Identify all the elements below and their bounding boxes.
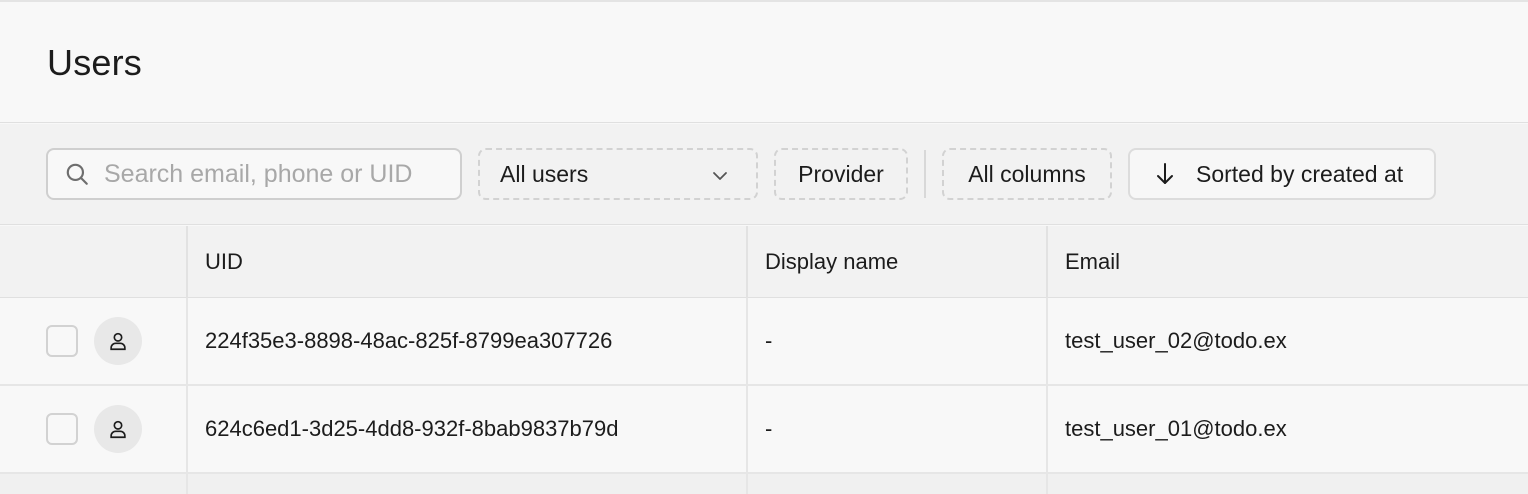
row-select-cell bbox=[0, 474, 186, 494]
columns-button[interactable]: All columns bbox=[942, 148, 1112, 200]
search-icon bbox=[66, 163, 88, 185]
page-header: Users bbox=[0, 2, 1528, 123]
user-filter-dropdown[interactable]: All users bbox=[478, 148, 758, 200]
search-input[interactable] bbox=[104, 159, 444, 189]
table-row-partial bbox=[0, 474, 1528, 494]
avatar bbox=[94, 405, 142, 453]
user-filter-label: All users bbox=[500, 160, 589, 187]
column-header-uid[interactable]: UID bbox=[186, 226, 747, 298]
table-header: UID Display name Email bbox=[0, 226, 1528, 298]
row-checkbox[interactable] bbox=[46, 325, 78, 357]
uid-cell bbox=[186, 474, 747, 494]
columns-label: All columns bbox=[968, 160, 1086, 187]
arrow-down-icon bbox=[1157, 163, 1173, 184]
search-box[interactable] bbox=[46, 148, 462, 200]
sort-button[interactable]: Sorted by created at bbox=[1128, 148, 1436, 200]
page-title: Users bbox=[47, 42, 143, 83]
row-select-cell bbox=[0, 386, 186, 472]
display-name-cell bbox=[746, 474, 1047, 494]
email-cell bbox=[1046, 474, 1528, 494]
email-cell: test_user_01@todo.ex bbox=[1046, 386, 1528, 472]
chevron-down-icon bbox=[713, 172, 727, 180]
user-icon bbox=[110, 332, 126, 351]
sort-label: Sorted by created at bbox=[1196, 160, 1404, 187]
provider-filter-label: Provider bbox=[798, 160, 884, 187]
column-header-display-name[interactable]: Display name bbox=[746, 226, 1047, 298]
display-name-cell: - bbox=[746, 298, 1047, 384]
user-icon bbox=[110, 420, 126, 439]
toolbar-separator bbox=[924, 150, 926, 198]
uid-cell: 624c6ed1-3d25-4dd8-932f-8bab9837b79d bbox=[186, 386, 747, 472]
email-cell: test_user_02@todo.ex bbox=[1046, 298, 1528, 384]
row-checkbox[interactable] bbox=[46, 413, 78, 445]
display-name-cell: - bbox=[746, 386, 1047, 472]
toolbar: All users Provider All columns Sorted by… bbox=[0, 124, 1528, 225]
table-row[interactable]: 624c6ed1-3d25-4dd8-932f-8bab9837b79d - t… bbox=[0, 386, 1528, 474]
users-page: Users All users Provider All columns bbox=[0, 0, 1528, 494]
table-row[interactable]: 224f35e3-8898-48ac-825f-8799ea307726 - t… bbox=[0, 298, 1528, 386]
row-select-cell bbox=[0, 298, 186, 384]
uid-cell: 224f35e3-8898-48ac-825f-8799ea307726 bbox=[186, 298, 747, 384]
provider-filter-button[interactable]: Provider bbox=[774, 148, 908, 200]
avatar bbox=[94, 317, 142, 365]
column-header-email[interactable]: Email bbox=[1046, 226, 1528, 298]
column-header-select bbox=[0, 226, 186, 298]
